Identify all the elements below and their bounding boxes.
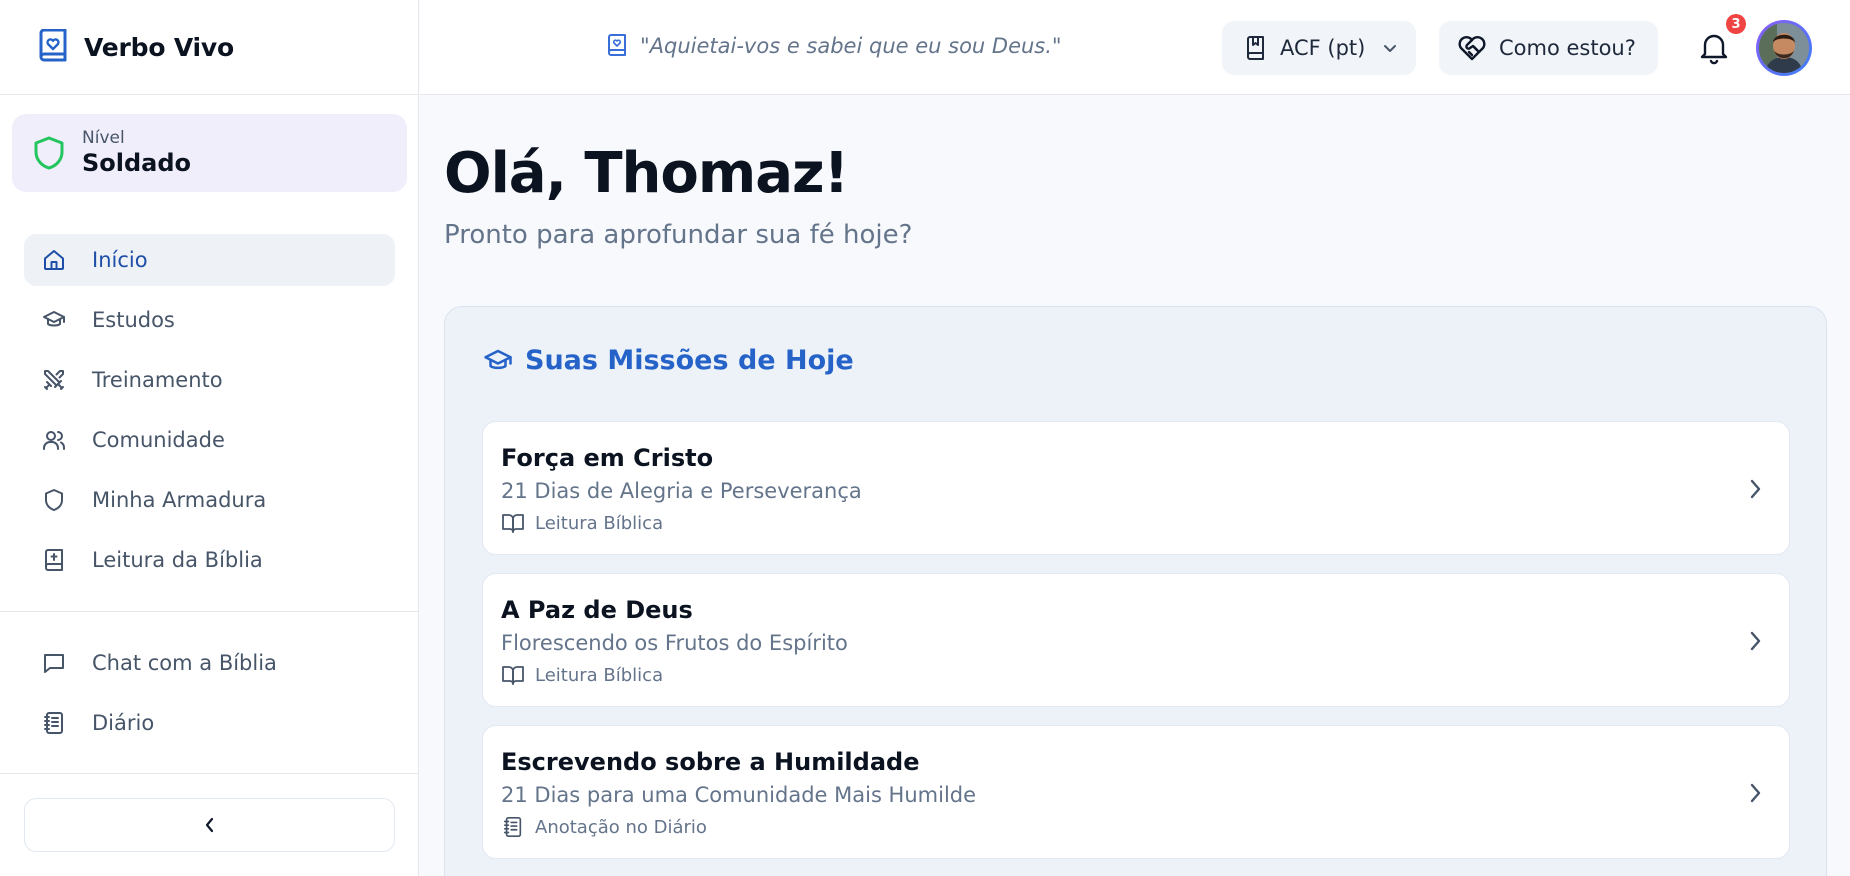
open-book-icon	[502, 666, 524, 685]
mission-title: Escrevendo sobre a Humildade	[501, 748, 920, 776]
sidebar-item-inicio[interactable]: Início	[24, 234, 395, 286]
page-title: Olá, Thomaz!	[444, 141, 849, 206]
level-card[interactable]: Nível Soldado	[12, 114, 407, 192]
chevron-right-icon	[1750, 631, 1761, 651]
sidebar-item-diario[interactable]: Diário	[24, 697, 395, 749]
bible-icon	[45, 549, 63, 571]
crossed-swords-icon	[44, 370, 64, 390]
avatar-image	[1759, 23, 1809, 73]
shield-icon	[45, 489, 63, 511]
mood-label: Como estou?	[1499, 36, 1636, 60]
verse-of-day: "Aquietai-vos e sabei que eu sou Deus."	[606, 34, 1062, 58]
mission-description: Florescendo os Frutos do Espírito	[501, 631, 848, 655]
bible-version-select[interactable]: ACF (pt)	[1222, 21, 1416, 75]
bible-version-label: ACF (pt)	[1280, 36, 1366, 60]
sidebar-item-label: Comunidade	[92, 428, 225, 452]
sidebar-divider	[0, 773, 419, 774]
mission-card[interactable]: A Paz de Deus Florescendo os Frutos do E…	[482, 573, 1790, 707]
mood-button[interactable]: Como estou?	[1439, 21, 1658, 75]
notebook-icon	[503, 817, 522, 837]
missions-title: Suas Missões de Hoje	[483, 345, 854, 376]
main-nav: Início Estudos Treinamento Comunidade Mi…	[24, 234, 395, 594]
mission-tag-label: Leitura Bíblica	[535, 664, 664, 686]
sidebar-item-label: Chat com a Bíblia	[92, 651, 277, 675]
bible-icon	[608, 34, 626, 56]
chevron-left-icon	[205, 817, 213, 833]
graduation-cap-icon	[484, 349, 512, 369]
open-book-icon	[502, 514, 524, 533]
mission-tag: Anotação no Diário	[501, 816, 707, 838]
mission-title: Força em Cristo	[501, 444, 714, 472]
sidebar-item-label: Leitura da Bíblia	[92, 548, 263, 572]
top-header: "Aquietai-vos e sabei que eu sou Deus." …	[420, 0, 1850, 95]
graduation-cap-icon	[43, 311, 65, 327]
users-icon	[43, 431, 65, 450]
chat-icon	[44, 654, 64, 673]
sidebar-item-comunidade[interactable]: Comunidade	[24, 414, 395, 466]
level-value: Soldado	[82, 149, 192, 177]
verse-text: "Aquietai-vos e sabei que eu sou Deus."	[640, 34, 1062, 58]
collapse-sidebar-button[interactable]	[24, 798, 395, 852]
book-icon	[1247, 36, 1264, 60]
sidebar-item-label: Minha Armadura	[92, 488, 267, 512]
chevron-right-icon	[1750, 783, 1761, 803]
shield-level-icon	[34, 136, 64, 170]
sidebar-item-treinamento[interactable]: Treinamento	[24, 354, 395, 406]
level-label: Nível	[82, 128, 125, 148]
sidebar-item-label: Diário	[92, 711, 155, 735]
avatar[interactable]	[1756, 20, 1812, 76]
chevron-down-icon	[1384, 45, 1397, 52]
app-name: Verbo Vivo	[84, 32, 234, 62]
mission-tag-label: Leitura Bíblica	[535, 512, 664, 534]
heart-handshake-icon	[1458, 36, 1486, 61]
sidebar-divider	[0, 611, 419, 612]
sidebar-item-chat-com-a-biblia[interactable]: Chat com a Bíblia	[24, 637, 395, 689]
mission-tag: Leitura Bíblica	[501, 512, 663, 534]
secondary-nav: Chat com a Bíblia Diário	[24, 637, 395, 757]
sidebar-item-minha-armadura[interactable]: Minha Armadura	[24, 474, 395, 526]
bell-icon[interactable]	[1697, 30, 1731, 66]
mission-description: 21 Dias de Alegria e Perseverança	[501, 479, 862, 503]
mission-title: A Paz de Deus	[501, 596, 693, 624]
sidebar-item-label: Treinamento	[92, 368, 223, 392]
bible-heart-logo-icon	[39, 29, 67, 62]
mission-tag: Leitura Bíblica	[501, 664, 663, 686]
sidebar-item-estudos[interactable]: Estudos	[24, 294, 395, 346]
sidebar-item-label: Início	[92, 248, 148, 272]
mission-tag-label: Anotação no Diário	[535, 816, 707, 838]
brand[interactable]: Verbo Vivo	[0, 0, 418, 95]
sidebar-item-leitura-da-biblia[interactable]: Leitura da Bíblia	[24, 534, 395, 586]
home-icon	[44, 250, 64, 270]
missions-title-text: Suas Missões de Hoje	[525, 345, 854, 376]
page-subtitle: Pronto para aprofundar sua fé hoje?	[444, 220, 913, 250]
mission-card[interactable]: Escrevendo sobre a Humildade 21 Dias par…	[482, 725, 1790, 859]
mission-description: 21 Dias para uma Comunidade Mais Humilde	[501, 783, 977, 807]
mission-card[interactable]: Força em Cristo 21 Dias de Alegria e Per…	[482, 421, 1790, 555]
notification-badge: 3	[1726, 14, 1746, 34]
chevron-right-icon	[1750, 479, 1761, 499]
notebook-icon	[44, 712, 63, 734]
missions-panel: Suas Missões de Hoje Força em Cristo 21 …	[444, 306, 1827, 876]
sidebar-item-label: Estudos	[92, 308, 175, 332]
sidebar: Verbo Vivo Nível Soldado Início Estudos	[0, 0, 419, 876]
